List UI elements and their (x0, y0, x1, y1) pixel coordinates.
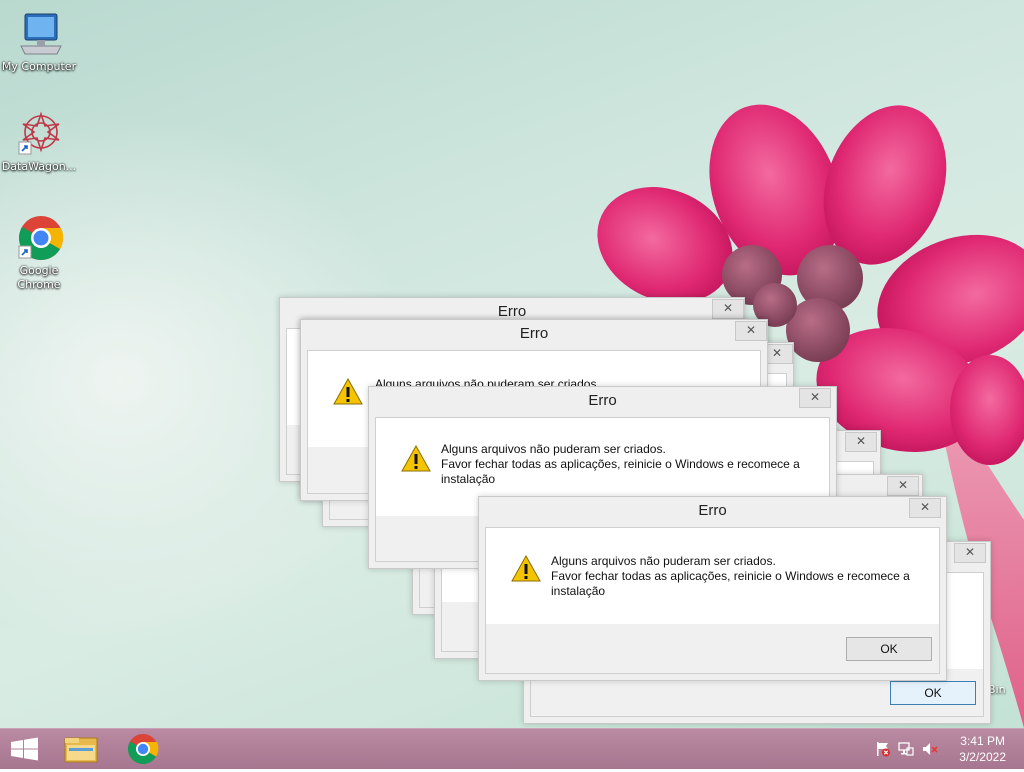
clock-time: 3:41 PM (960, 734, 1005, 748)
warning-icon (401, 445, 431, 472)
chrome-icon (15, 214, 64, 262)
datawagon-icon (15, 110, 63, 158)
message-text: Alguns arquivos não puderam ser criados.… (551, 554, 910, 599)
volume-muted-icon[interactable] (922, 741, 938, 757)
error-dialog-front[interactable]: Erro ✕ Alguns arquivos não puderam ser c… (478, 496, 947, 681)
chrome-icon (127, 734, 159, 765)
close-button[interactable]: ✕ (954, 543, 986, 563)
dialog-title: Erro (519, 325, 549, 342)
dialog-title: Erro (698, 502, 727, 519)
windows-logo-icon (11, 737, 38, 761)
message-line-1: Alguns arquivos não puderam ser criados. (441, 442, 666, 456)
message-line-3: instalação (441, 472, 496, 486)
message-line-2: Favor fechar todas as aplicações, reinic… (551, 569, 910, 583)
close-button[interactable]: ✕ (909, 498, 941, 518)
start-button[interactable] (0, 729, 48, 769)
desktop-icon-my-computer[interactable]: My Computer (1, 10, 77, 74)
computer-icon (15, 10, 63, 58)
desktop-icon-label: My Computer (1, 60, 77, 73)
message-text: Alguns arquivos não puderam ser criados.… (441, 442, 800, 487)
close-button[interactable]: ✕ (887, 476, 919, 496)
desktop-icon-datawagon[interactable]: DataWagon... (1, 110, 77, 174)
desktop-icon-label: DataWagon... (1, 160, 77, 173)
close-button[interactable]: ✕ (799, 388, 831, 408)
action-center-flag-icon[interactable] (875, 741, 891, 757)
file-explorer-icon (64, 737, 98, 763)
ok-button[interactable]: OK (846, 637, 932, 661)
message-line-3: instalação (551, 584, 606, 598)
warning-icon (333, 378, 363, 405)
message-line-2: Favor fechar todas as aplicações, reinic… (441, 457, 800, 471)
warning-icon (511, 555, 541, 582)
close-button[interactable]: ✕ (735, 321, 767, 341)
desktop-icon-label: Google Chrome (17, 264, 61, 291)
clock-date: 3/2/2022 (959, 750, 1006, 764)
system-clock[interactable]: 3:41 PM 3/2/2022 (959, 733, 1006, 765)
desktop-icon-google-chrome[interactable]: Google Chrome (1, 214, 77, 292)
close-button[interactable]: ✕ (845, 432, 877, 452)
message-line-1: Alguns arquivos não puderam ser criados. (551, 554, 776, 568)
dialog-title: Erro (588, 392, 617, 409)
close-button[interactable]: ✕ (712, 299, 744, 319)
file-explorer-button[interactable] (57, 729, 105, 769)
chrome-taskbar-button[interactable] (119, 729, 167, 769)
ok-button[interactable]: OK (890, 681, 976, 705)
network-icon[interactable] (898, 741, 914, 757)
taskbar: 3:41 PM 3/2/2022 (0, 728, 1024, 769)
